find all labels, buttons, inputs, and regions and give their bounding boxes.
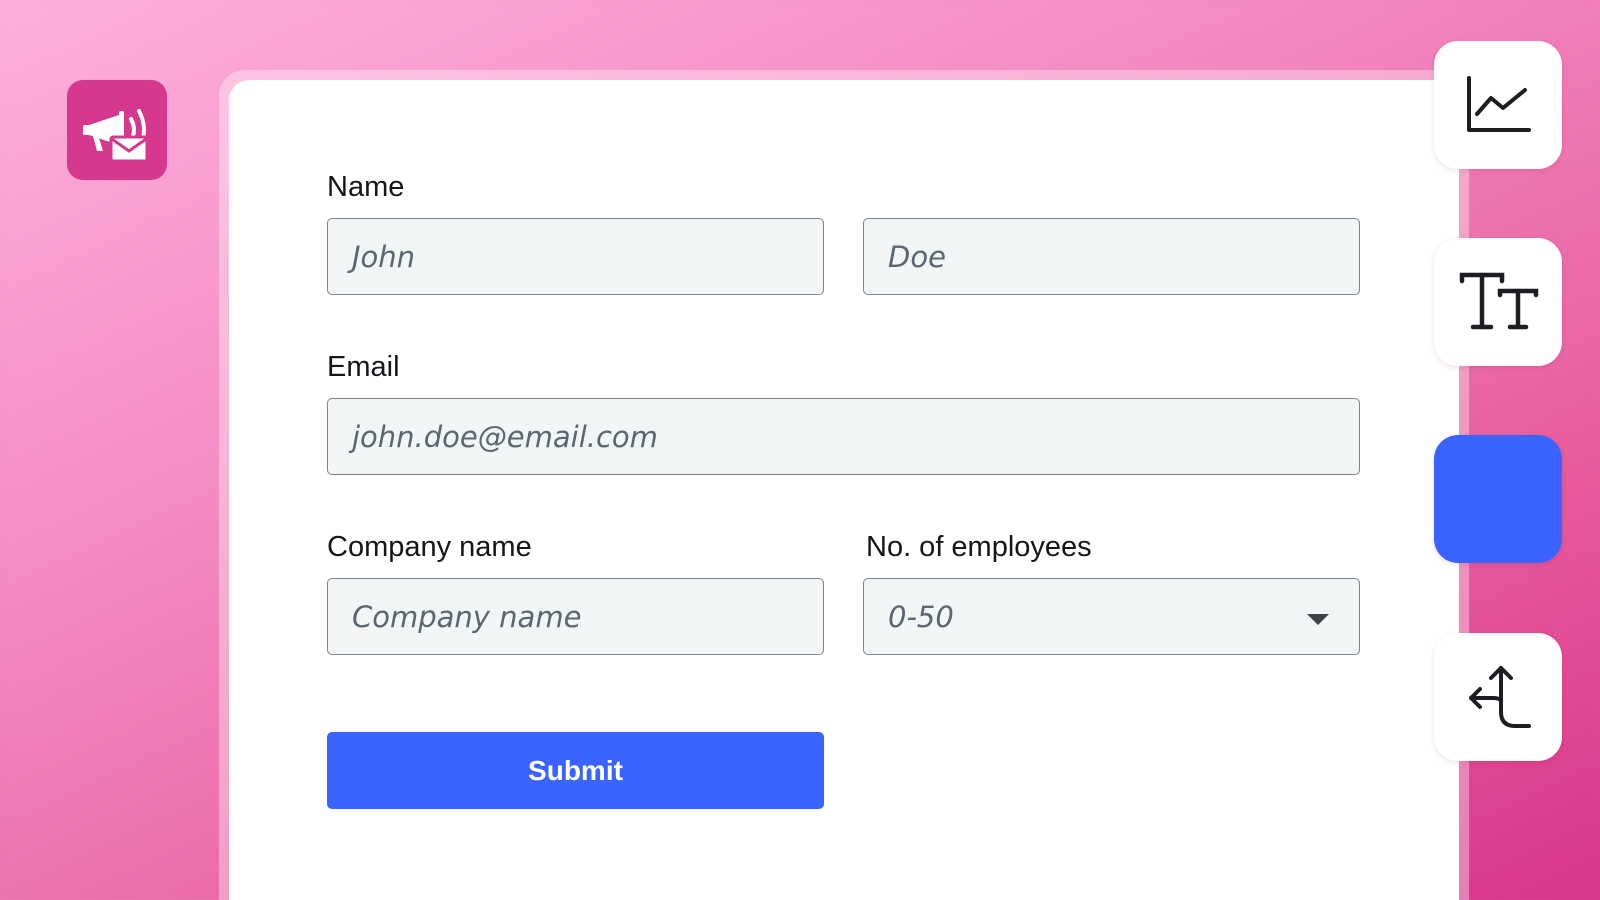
branch-tool-button[interactable]: [1434, 633, 1562, 761]
employees-selected-value: 0-50: [888, 599, 954, 634]
chart-tool-button[interactable]: [1434, 41, 1562, 169]
submit-button[interactable]: Submit: [327, 732, 824, 809]
text-tool-button[interactable]: [1434, 238, 1562, 366]
email-label: Email: [327, 351, 400, 383]
chevron-down-icon: [1307, 614, 1329, 625]
last-name-input[interactable]: Doe: [863, 218, 1360, 295]
app-logo: [67, 80, 167, 180]
text-size-icon: [1459, 272, 1539, 330]
first-name-input[interactable]: John: [327, 218, 824, 295]
email-placeholder: john.doe@email.com: [352, 419, 658, 454]
chart-icon: [1467, 76, 1531, 132]
company-placeholder: Company name: [352, 599, 582, 634]
company-label: Company name: [327, 531, 532, 563]
name-label: Name: [327, 171, 405, 203]
email-input[interactable]: john.doe@email.com: [327, 398, 1360, 475]
employees-label: No. of employees: [866, 531, 1092, 563]
megaphone-mail-icon: [83, 109, 149, 163]
first-name-placeholder: John: [352, 239, 416, 274]
employees-select[interactable]: 0-50: [863, 578, 1360, 655]
company-input[interactable]: Company name: [327, 578, 824, 655]
last-name-placeholder: Doe: [888, 239, 946, 274]
color-swatch-button[interactable]: [1434, 435, 1562, 563]
branch-arrow-icon: [1469, 666, 1531, 728]
